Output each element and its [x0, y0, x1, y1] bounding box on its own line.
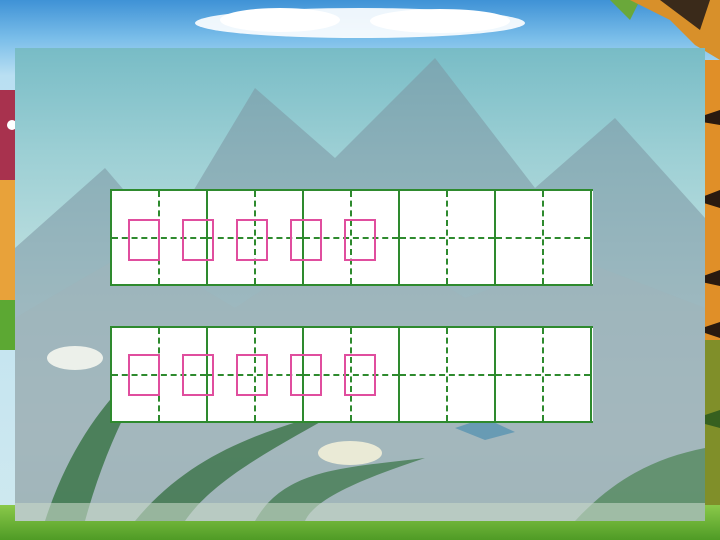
pink-box: [236, 354, 268, 396]
grid-cell: [496, 328, 592, 421]
grid-cell: [496, 191, 592, 284]
cloud-decoration: [195, 8, 525, 38]
writing-grid-row-1: [110, 189, 593, 286]
pink-box: [290, 354, 322, 396]
pink-box: [344, 354, 376, 396]
pink-box: [344, 219, 376, 261]
pink-box: [182, 219, 214, 261]
pink-box: [128, 354, 160, 396]
pink-box: [182, 354, 214, 396]
grid-cell: [400, 328, 496, 421]
pink-box: [290, 219, 322, 261]
writing-grid-row-2: [110, 326, 593, 423]
grid-cell: [400, 191, 496, 284]
pink-box: [236, 219, 268, 261]
pink-box: [128, 219, 160, 261]
